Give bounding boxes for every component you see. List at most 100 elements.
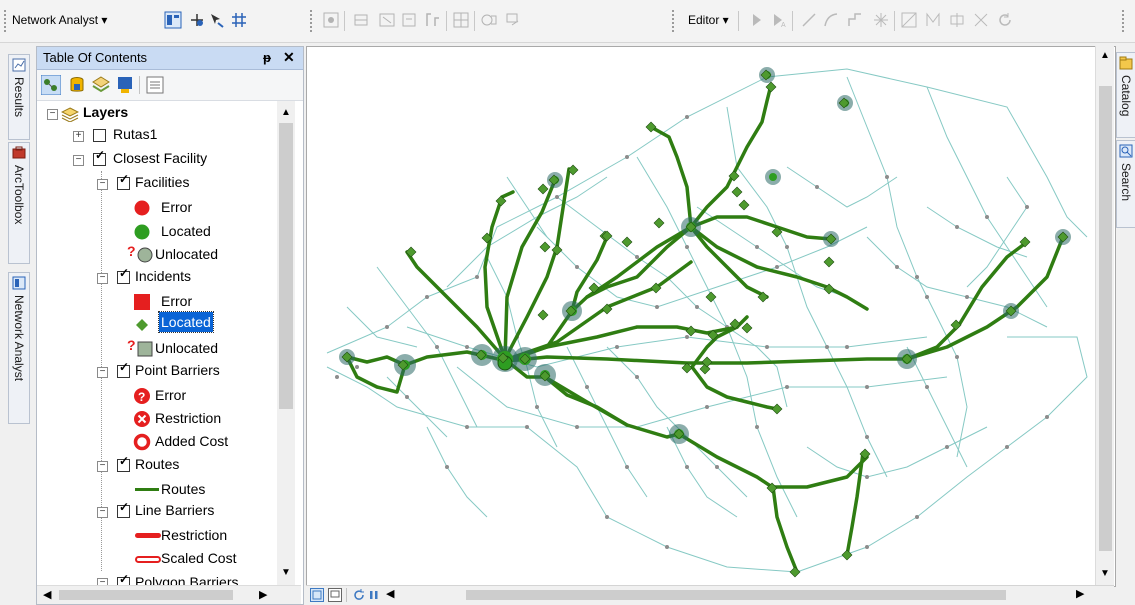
- reshape-icon[interactable]: [924, 11, 942, 29]
- scroll-left-icon[interactable]: ◀: [43, 588, 51, 601]
- validate-icon[interactable]: [400, 11, 418, 29]
- scroll-down-icon[interactable]: ▼: [1100, 568, 1110, 579]
- point-icon[interactable]: [872, 11, 890, 29]
- edit-tool-icon[interactable]: [748, 11, 766, 29]
- arctoolbox-icon: [12, 146, 26, 159]
- tab-catalog-label: Catalog: [1119, 75, 1133, 117]
- scroll-thumb[interactable]: [1099, 86, 1112, 551]
- layout-view-icon[interactable]: [328, 588, 342, 602]
- tree-item-routes[interactable]: Routes: [135, 453, 179, 475]
- options-icon[interactable]: [145, 75, 165, 95]
- list-by-visibility-icon[interactable]: [91, 75, 111, 95]
- show-shared-icon[interactable]: [504, 11, 522, 29]
- map-topology-icon[interactable]: [452, 11, 470, 29]
- fix-topology-icon[interactable]: [378, 11, 396, 29]
- collapse-toggle[interactable]: −: [97, 367, 108, 378]
- toc-horizontal-scrollbar[interactable]: ◀ ▶: [37, 585, 301, 604]
- incidents-layer: [341, 69, 1069, 578]
- legend-label: Added Cost: [155, 433, 229, 449]
- topology-icon[interactable]: [352, 11, 370, 29]
- tab-network-analyst-label: Network Analyst: [12, 295, 26, 382]
- scroll-thumb[interactable]: [279, 123, 293, 409]
- toc-vertical-scrollbar[interactable]: ▲ ▼: [277, 101, 295, 585]
- tree-item-closest-facility[interactable]: Closest Facility: [113, 147, 207, 169]
- list-by-selection-icon[interactable]: [115, 75, 135, 95]
- toolbar-grip[interactable]: [672, 10, 677, 32]
- collapse-toggle[interactable]: −: [73, 155, 84, 166]
- tree-item-line-barriers[interactable]: Line Barriers: [135, 499, 214, 521]
- map-vertical-scrollbar[interactable]: ▲ ▼: [1095, 46, 1114, 585]
- network-map-canvas[interactable]: [307, 47, 1115, 586]
- layer-visibility-checkbox[interactable]: [117, 172, 130, 190]
- tree-item-point-barriers[interactable]: Point Barriers: [135, 359, 220, 381]
- layer-visibility-checkbox[interactable]: [117, 572, 130, 585]
- scroll-right-icon[interactable]: ▶: [1076, 587, 1084, 600]
- build-network-icon[interactable]: [322, 11, 340, 29]
- toolbar-grip[interactable]: [4, 10, 9, 32]
- road-network: [326, 68, 1088, 573]
- scroll-left-icon[interactable]: ◀: [386, 587, 394, 600]
- pin-icon[interactable]: ᵽ: [263, 50, 271, 65]
- scroll-down-icon[interactable]: ▼: [281, 567, 291, 578]
- collapse-toggle[interactable]: −: [97, 273, 108, 284]
- barrier-added-cost-icon: [133, 433, 151, 451]
- tab-network-analyst[interactable]: Network Analyst: [8, 272, 30, 424]
- layer-visibility-checkbox[interactable]: [117, 266, 130, 284]
- collapse-toggle[interactable]: −: [97, 461, 108, 472]
- network-analyst-window-icon[interactable]: [164, 11, 182, 29]
- map-view[interactable]: [306, 46, 1116, 587]
- scroll-thumb[interactable]: [466, 590, 1006, 600]
- tab-catalog[interactable]: Catalog: [1116, 52, 1135, 138]
- split-icon[interactable]: [972, 11, 990, 29]
- tab-search[interactable]: Search: [1116, 140, 1135, 228]
- scroll-right-icon[interactable]: ▶: [259, 588, 267, 601]
- layer-visibility-checkbox[interactable]: [117, 500, 130, 518]
- collapse-toggle[interactable]: −: [47, 109, 58, 120]
- create-network-location-icon[interactable]: [188, 11, 206, 29]
- editor-dropdown[interactable]: Editor ▾: [688, 13, 729, 27]
- collapse-toggle[interactable]: −: [97, 179, 108, 190]
- layer-visibility-checkbox[interactable]: [93, 148, 106, 166]
- tree-item-rutas1[interactable]: Rutas1: [113, 123, 157, 145]
- network-analyst-dropdown[interactable]: Network Analyst ▾: [12, 13, 107, 27]
- shared-features-icon[interactable]: [480, 11, 498, 29]
- scroll-up-icon[interactable]: ▲: [281, 107, 291, 118]
- list-by-drawing-order-icon[interactable]: [41, 75, 61, 95]
- error-inspector-icon[interactable]: [424, 11, 442, 29]
- pause-drawing-icon[interactable]: [368, 589, 380, 601]
- scroll-up-icon[interactable]: ▲: [1100, 50, 1110, 61]
- tree-item-polygon-barriers[interactable]: Polygon Barriers: [135, 571, 239, 585]
- data-view-icon[interactable]: [310, 588, 324, 602]
- tab-search-label: Search: [1119, 163, 1133, 202]
- scroll-thumb[interactable]: [59, 590, 233, 600]
- trace-icon[interactable]: [846, 11, 864, 29]
- tree-item-facilities[interactable]: Facilities: [135, 171, 189, 193]
- layer-visibility-checkbox[interactable]: [117, 360, 130, 378]
- list-by-source-icon[interactable]: [67, 75, 87, 95]
- collapse-toggle[interactable]: −: [97, 578, 108, 585]
- toolbar-grip[interactable]: [1122, 10, 1127, 32]
- solve-icon[interactable]: [230, 11, 248, 29]
- toc-title: Table Of Contents: [43, 50, 148, 65]
- edit-vertices-icon[interactable]: [900, 11, 918, 29]
- edit-annotation-icon[interactable]: A: [770, 11, 788, 29]
- tab-results[interactable]: Results: [8, 54, 30, 140]
- tree-item-layers[interactable]: Layers: [83, 101, 128, 123]
- tab-arctoolbox[interactable]: ArcToolbox: [8, 142, 30, 264]
- refresh-icon[interactable]: [352, 588, 366, 602]
- end-point-arc-icon[interactable]: [822, 11, 840, 29]
- layer-visibility-checkbox[interactable]: [117, 454, 130, 472]
- collapse-toggle[interactable]: −: [97, 507, 108, 518]
- select-move-location-icon[interactable]: [208, 11, 226, 29]
- cut-polygons-icon[interactable]: [948, 11, 966, 29]
- rotate-icon[interactable]: [996, 11, 1014, 29]
- layers-icon: [61, 107, 79, 122]
- straight-segment-icon[interactable]: [800, 11, 818, 29]
- tree-item-incidents[interactable]: Incidents: [135, 265, 191, 287]
- layer-visibility-checkbox[interactable]: [93, 129, 106, 142]
- close-icon[interactable]: ✕: [283, 49, 295, 66]
- search-icon: [1119, 144, 1133, 158]
- toolbar-grip[interactable]: [310, 10, 315, 32]
- expand-toggle[interactable]: +: [73, 131, 84, 142]
- legend-label-selected[interactable]: Located: [158, 311, 214, 333]
